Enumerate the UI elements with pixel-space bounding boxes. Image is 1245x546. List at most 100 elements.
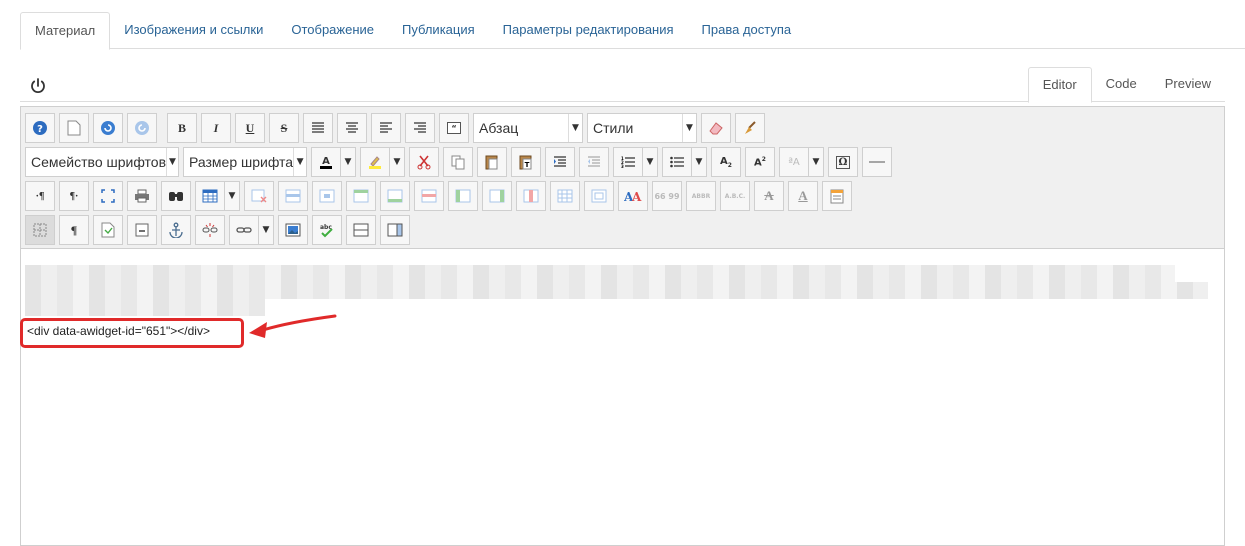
- show-blocks-icon[interactable]: ¶: [59, 215, 89, 245]
- table-dropdown[interactable]: ▼: [224, 181, 240, 211]
- font-style-icon[interactable]: AA: [618, 181, 648, 211]
- paste-icon[interactable]: [477, 147, 507, 177]
- fullscreen-icon[interactable]: [93, 181, 123, 211]
- font-size-adjust-icon[interactable]: ªA: [779, 147, 809, 177]
- italic-icon[interactable]: I: [201, 113, 231, 143]
- sidebar-layout-icon[interactable]: [380, 215, 410, 245]
- spellcheck-icon[interactable]: abc: [312, 215, 342, 245]
- quote-marks-icon[interactable]: 66 99: [652, 181, 682, 211]
- abbreviation-icon[interactable]: ABBR: [686, 181, 716, 211]
- table-cell-props-icon[interactable]: [312, 181, 342, 211]
- bullet-list-dropdown[interactable]: ▼: [691, 147, 707, 177]
- font-size-adjust-dropdown[interactable]: ▼: [808, 147, 824, 177]
- toolbar-row-3: ·¶ ¶· ▼ A A 66 99 ABBR A.B.C. A A: [25, 179, 1220, 213]
- annotation-arrow-icon: [249, 314, 337, 338]
- align-center-icon[interactable]: [337, 113, 367, 143]
- horizontal-rule-icon[interactable]: [862, 147, 892, 177]
- delete-col-icon[interactable]: [516, 181, 546, 211]
- insertion-icon[interactable]: A: [788, 181, 818, 211]
- text-color-icon[interactable]: A: [311, 147, 341, 177]
- chevron-down-icon: ▼: [166, 148, 178, 176]
- annotation-highlight-box: [20, 318, 244, 348]
- tab-editor[interactable]: Editor: [1027, 67, 1092, 103]
- visual-aid-icon[interactable]: [25, 215, 55, 245]
- font-size-select[interactable]: Размер шрифта ▼: [183, 147, 307, 177]
- insert-row-before-icon[interactable]: [346, 181, 376, 211]
- numbered-list-dropdown[interactable]: ▼: [642, 147, 658, 177]
- blurred-text-line: [25, 265, 1175, 282]
- blurred-text-line: [25, 299, 265, 316]
- delete-table-icon[interactable]: [244, 181, 274, 211]
- indent-icon[interactable]: [545, 147, 575, 177]
- bold-icon[interactable]: B: [167, 113, 197, 143]
- underline-icon[interactable]: U: [235, 113, 265, 143]
- justify-full-icon[interactable]: [303, 113, 333, 143]
- image-icon[interactable]: [278, 215, 308, 245]
- highlight-color-icon[interactable]: [360, 147, 390, 177]
- blurred-text-line: [25, 282, 1208, 299]
- unlink-icon[interactable]: [195, 215, 225, 245]
- redo-icon[interactable]: [127, 113, 157, 143]
- print-icon[interactable]: [127, 181, 157, 211]
- rtl-icon[interactable]: ¶·: [59, 181, 89, 211]
- paste-text-icon[interactable]: T: [511, 147, 541, 177]
- page-break-icon[interactable]: [127, 215, 157, 245]
- svg-text:3: 3: [621, 164, 624, 168]
- subscript-icon[interactable]: A2: [711, 147, 741, 177]
- undo-icon[interactable]: [93, 113, 123, 143]
- chevron-down-icon: ▼: [568, 114, 582, 142]
- tab-material[interactable]: Материал: [20, 12, 111, 50]
- bullet-list-icon[interactable]: [662, 147, 692, 177]
- help-icon[interactable]: ?: [25, 113, 55, 143]
- align-left-icon[interactable]: [371, 113, 401, 143]
- numbered-list-icon[interactable]: 123: [613, 147, 643, 177]
- template-icon[interactable]: [93, 215, 123, 245]
- cut-icon[interactable]: [409, 147, 439, 177]
- power-toggle-icon[interactable]: [28, 76, 48, 96]
- eraser-icon[interactable]: [701, 113, 731, 143]
- merge-cells-icon[interactable]: [584, 181, 614, 211]
- link-dropdown[interactable]: ▼: [258, 215, 274, 245]
- svg-text:A: A: [631, 190, 642, 203]
- attributes-icon[interactable]: [822, 181, 852, 211]
- tab-display[interactable]: Отображение: [277, 12, 388, 49]
- editor-content[interactable]: <div data-awidget-id="651"></div>: [21, 249, 1224, 545]
- chevron-down-icon: ▼: [682, 114, 696, 142]
- table-icon[interactable]: [195, 181, 225, 211]
- tab-editing-options[interactable]: Параметры редактирования: [489, 12, 688, 49]
- tab-publishing[interactable]: Публикация: [388, 12, 489, 49]
- anchor-icon[interactable]: [161, 215, 191, 245]
- editor-toolbar: ? B I U S “ Абзац ▼ Стили ▼ Семейство шр…: [21, 107, 1224, 249]
- font-family-select[interactable]: Семейство шрифтов ▼: [25, 147, 179, 177]
- text-color-dropdown[interactable]: ▼: [340, 147, 356, 177]
- svg-text:A: A: [322, 156, 330, 167]
- horizontal-split-icon[interactable]: [346, 215, 376, 245]
- tab-permissions[interactable]: Права доступа: [688, 12, 806, 49]
- tab-preview[interactable]: Preview: [1151, 67, 1225, 102]
- new-document-icon[interactable]: [59, 113, 89, 143]
- styles-select[interactable]: Стили ▼: [587, 113, 697, 143]
- tab-images-links[interactable]: Изображения и ссылки: [110, 12, 277, 49]
- delete-row-icon[interactable]: [414, 181, 444, 211]
- split-cells-icon[interactable]: [550, 181, 580, 211]
- blockquote-icon[interactable]: “: [439, 113, 469, 143]
- insert-col-after-icon[interactable]: [482, 181, 512, 211]
- highlight-color-dropdown[interactable]: ▼: [389, 147, 405, 177]
- insert-row-after-icon[interactable]: [380, 181, 410, 211]
- align-right-icon[interactable]: [405, 113, 435, 143]
- outdent-icon[interactable]: [579, 147, 609, 177]
- format-select[interactable]: Абзац ▼: [473, 113, 583, 143]
- copy-icon[interactable]: [443, 147, 473, 177]
- table-row-props-icon[interactable]: [278, 181, 308, 211]
- link-icon[interactable]: [229, 215, 259, 245]
- superscript-icon[interactable]: A2: [745, 147, 775, 177]
- acronym-icon[interactable]: A.B.C.: [720, 181, 750, 211]
- tab-code[interactable]: Code: [1092, 67, 1151, 102]
- broom-icon[interactable]: [735, 113, 765, 143]
- deletion-icon[interactable]: A: [754, 181, 784, 211]
- ltr-icon[interactable]: ·¶: [25, 181, 55, 211]
- special-character-icon[interactable]: Ω: [828, 147, 858, 177]
- insert-col-before-icon[interactable]: [448, 181, 478, 211]
- strikethrough-icon[interactable]: S: [269, 113, 299, 143]
- find-icon[interactable]: [161, 181, 191, 211]
